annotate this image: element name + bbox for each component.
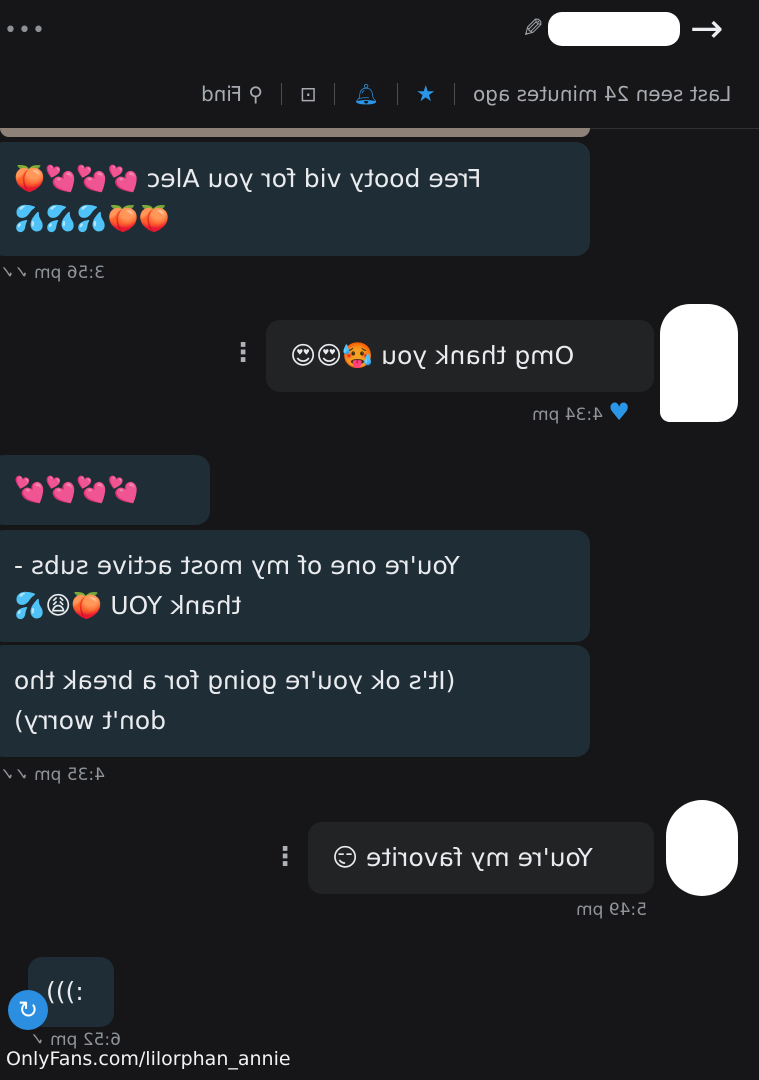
message-meta: ✓✓ 3:56 pm bbox=[0, 263, 105, 283]
message-text: 🍑🍑💦💦💦 bbox=[14, 204, 170, 233]
read-check-icon: ✓✓ bbox=[0, 765, 29, 785]
message-bubble-incoming[interactable]: 💕💕💕💕 bbox=[0, 455, 210, 525]
message-time: 5:49 pm bbox=[576, 900, 647, 920]
find-label: Find bbox=[200, 82, 242, 106]
arrow-icon[interactable]: → bbox=[690, 6, 724, 52]
divider bbox=[280, 83, 282, 105]
pencil-icon[interactable]: ✎ bbox=[522, 14, 544, 44]
read-heart-icon: ♥ bbox=[608, 398, 630, 426]
message-text: :))) bbox=[46, 977, 84, 1006]
message-meta: ✓ 6:52 pm bbox=[30, 1030, 121, 1050]
message-meta: 5:49 pm bbox=[576, 900, 647, 920]
message-bubble-incoming[interactable]: (It's ok you're going for a break tho do… bbox=[0, 645, 590, 757]
message-time: 6:52 pm bbox=[49, 1030, 121, 1050]
message-text: Free booty vid for you Alec 💕💕💕🍑 bbox=[14, 164, 482, 193]
divider bbox=[334, 83, 336, 105]
redacted-avatar bbox=[666, 800, 738, 896]
message-time: 4:34 pm bbox=[532, 405, 603, 425]
message-text: Omg thank you 🥵😍😍 bbox=[290, 341, 575, 370]
message-text: don't worry) bbox=[14, 706, 167, 735]
bell-icon[interactable]: 🔔︎ bbox=[353, 82, 378, 106]
message-bubble-incoming[interactable]: You're one of my most active subs - than… bbox=[0, 530, 590, 642]
message-meta: ✓✓ 4:35 pm bbox=[0, 765, 105, 785]
message-meta: 4:34 pm ♥ bbox=[532, 398, 630, 426]
message-options-icon[interactable]: ⋮ bbox=[272, 842, 298, 872]
media-preview-edge[interactable] bbox=[0, 128, 590, 137]
media-icon[interactable]: ⊡ bbox=[300, 82, 317, 106]
message-time: 4:35 pm bbox=[33, 765, 105, 785]
chat-header: ••• ✎ → ⚲ Find ⊡ 🔔︎ ★ Last seen 24 minut… bbox=[0, 0, 759, 129]
message-text: You're my favorite 😏 bbox=[332, 843, 593, 872]
message-bubble-outgoing[interactable]: You're my favorite 😏 bbox=[308, 822, 654, 894]
message-bubble-outgoing[interactable]: Omg thank you 🥵😍😍 bbox=[266, 320, 654, 392]
divider bbox=[453, 83, 455, 105]
message-text: 💕💕💕💕 bbox=[14, 475, 139, 504]
chat-toolbar: ⚲ Find ⊡ 🔔︎ ★ Last seen 24 minutes ago bbox=[201, 80, 731, 108]
star-icon[interactable]: ★ bbox=[416, 82, 436, 107]
message-bubble-incoming[interactable]: Free booty vid for you Alec 💕💕💕🍑 🍑🍑💦💦💦 bbox=[0, 142, 590, 256]
message-text: You're one of my most active subs - bbox=[14, 551, 460, 580]
message-text: thank YOU 🍑😩💦 bbox=[14, 591, 242, 620]
find-button[interactable]: ⚲ Find bbox=[201, 82, 263, 106]
message-options-icon[interactable]: ⋮ bbox=[230, 338, 256, 368]
redacted-username bbox=[548, 12, 680, 46]
redacted-avatar bbox=[660, 304, 738, 422]
read-check-icon: ✓✓ bbox=[0, 263, 29, 283]
last-seen-status: Last seen 24 minutes ago bbox=[472, 82, 731, 106]
message-time: 3:56 pm bbox=[33, 263, 105, 283]
refresh-icon[interactable]: ↻ bbox=[8, 990, 48, 1030]
divider bbox=[396, 83, 398, 105]
watermark: OnlyFans.com/lilorphan_annie bbox=[6, 1048, 291, 1070]
read-check-icon: ✓ bbox=[30, 1030, 45, 1050]
more-horizontal-icon[interactable]: ••• bbox=[4, 18, 46, 43]
message-text: (It's ok you're going for a break tho bbox=[14, 666, 456, 695]
search-icon: ⚲ bbox=[248, 82, 263, 106]
